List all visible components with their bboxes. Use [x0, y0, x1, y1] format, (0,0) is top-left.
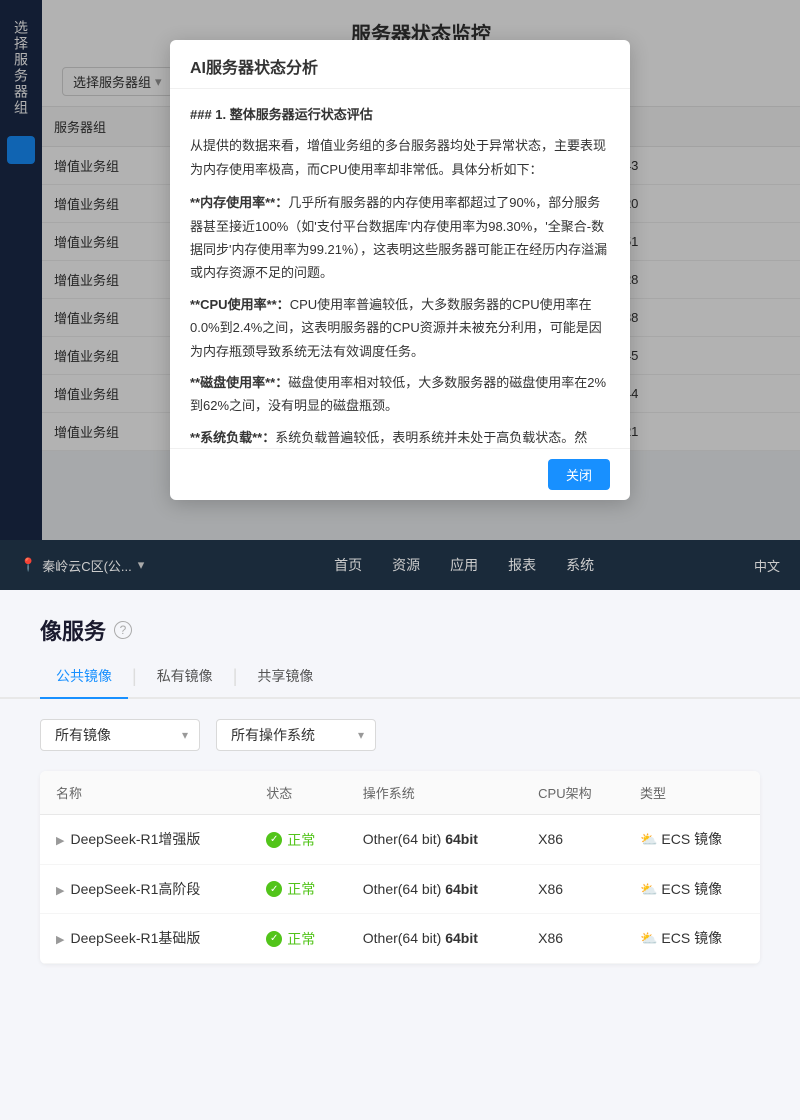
os-type-filter[interactable]: 所有操作系统: [216, 719, 376, 751]
tabs-area: 公共镜像|私有镜像|共享镜像: [0, 656, 800, 699]
nav-item-资源[interactable]: 资源: [392, 550, 420, 580]
modal-heading: ### 1. 整体服务器运行状态评估: [190, 103, 610, 126]
modal-point: **内存使用率**：几乎所有服务器的内存使用率都超过了90%，部分服务器甚至接近…: [190, 191, 610, 285]
help-icon[interactable]: ?: [114, 621, 132, 639]
col-header-os: 操作系统: [347, 771, 522, 815]
image-arch-cell: X86: [522, 914, 624, 964]
image-status-cell: ✓正常: [250, 914, 347, 964]
tab-divider: |: [128, 656, 141, 697]
modal-overlay: AI服务器状态分析 ### 1. 整体服务器运行状态评估从提供的数据来看，增值业…: [0, 0, 800, 540]
modal-footer: 关闭: [170, 448, 630, 500]
image-service-section: 📍 秦岭云C区(公... ▾ 首页资源应用报表系统 中文 像服务 ? 公共镜像|…: [0, 540, 800, 1120]
image-os-cell: Other(64 bit) 64bit: [347, 815, 522, 865]
col-header-arch: CPU架构: [522, 771, 624, 815]
ai-analysis-modal: AI服务器状态分析 ### 1. 整体服务器运行状态评估从提供的数据来看，增值业…: [170, 40, 630, 500]
image-table-header-row: 名称 状态 操作系统 CPU架构 类型: [40, 771, 760, 815]
filters-area: 所有镜像 所有操作系统: [0, 719, 800, 771]
col-header-type: 类型: [624, 771, 760, 815]
image-type-cell: ⛅ECS 镜像: [624, 914, 760, 964]
nav-item-首页[interactable]: 首页: [334, 550, 362, 580]
image-table-row[interactable]: ▶DeepSeek-R1基础版✓正常Other(64 bit) 64bitX86…: [40, 914, 760, 964]
image-type-filter[interactable]: 所有镜像: [40, 719, 200, 751]
os-type-filter-wrap: 所有操作系统: [216, 719, 376, 751]
nav-lang[interactable]: 中文: [754, 556, 780, 575]
image-status-cell: ✓正常: [250, 864, 347, 914]
modal-point: **CPU使用率**：CPU使用率普遍较低，大多数服务器的CPU使用率在0.0%…: [190, 293, 610, 363]
modal-title: AI服务器状态分析: [170, 40, 630, 89]
server-monitor-section: 选择服务器组 服务器状态监控 选择服务器组 选择项目 服务器组 项目名称 服务器…: [0, 0, 800, 540]
tab-1[interactable]: 私有镜像: [141, 656, 229, 697]
image-os-cell: Other(64 bit) 64bit: [347, 864, 522, 914]
modal-point: **系统负载**：系统负载普遍较低，表明系统并未处于高负载状态。然而，由于内存使…: [190, 426, 610, 448]
modal-intro: 从提供的数据来看，增值业务组的多台服务器均处于异常状态，主要表现为内存使用率极高…: [190, 134, 610, 181]
chevron-down-icon: ▾: [138, 557, 145, 573]
image-name-cell: ▶DeepSeek-R1增强版: [40, 815, 250, 865]
nav-item-系统[interactable]: 系统: [566, 550, 594, 580]
image-arch-cell: X86: [522, 864, 624, 914]
image-table-row[interactable]: ▶DeepSeek-R1增强版✓正常Other(64 bit) 64bitX86…: [40, 815, 760, 865]
page-title-area: 像服务 ?: [0, 590, 800, 656]
nav-items: 首页资源应用报表系统: [174, 550, 754, 580]
nav-location[interactable]: 📍 秦岭云C区(公... ▾: [20, 556, 144, 575]
image-type-cell: ⛅ECS 镜像: [624, 864, 760, 914]
nav-bar: 📍 秦岭云C区(公... ▾ 首页资源应用报表系统 中文: [0, 540, 800, 590]
image-type-filter-wrap: 所有镜像: [40, 719, 200, 751]
modal-body: ### 1. 整体服务器运行状态评估从提供的数据来看，增值业务组的多台服务器均处…: [170, 89, 630, 448]
tab-0[interactable]: 公共镜像: [40, 656, 128, 697]
nav-item-应用[interactable]: 应用: [450, 550, 478, 580]
location-text: 秦岭云C区(公...: [42, 556, 132, 575]
image-os-cell: Other(64 bit) 64bit: [347, 914, 522, 964]
image-arch-cell: X86: [522, 815, 624, 865]
image-type-cell: ⛅ECS 镜像: [624, 815, 760, 865]
nav-item-报表[interactable]: 报表: [508, 550, 536, 580]
modal-point: **磁盘使用率**：磁盘使用率相对较低，大多数服务器的磁盘使用率在2%到62%之…: [190, 371, 610, 418]
image-table-row[interactable]: ▶DeepSeek-R1高阶段✓正常Other(64 bit) 64bitX86…: [40, 864, 760, 914]
page-title: 像服务: [40, 614, 106, 646]
image-name-cell: ▶DeepSeek-R1基础版: [40, 914, 250, 964]
image-name-cell: ▶DeepSeek-R1高阶段: [40, 864, 250, 914]
image-status-cell: ✓正常: [250, 815, 347, 865]
col-header-status: 状态: [250, 771, 347, 815]
location-pin-icon: 📍: [20, 557, 36, 573]
tab-2[interactable]: 共享镜像: [241, 656, 329, 697]
image-table: 名称 状态 操作系统 CPU架构 类型 ▶DeepSeek-R1增强版✓正常Ot…: [40, 771, 760, 964]
col-header-name: 名称: [40, 771, 250, 815]
image-table-wrap: 名称 状态 操作系统 CPU架构 类型 ▶DeepSeek-R1增强版✓正常Ot…: [0, 771, 800, 964]
modal-close-button[interactable]: 关闭: [548, 459, 610, 490]
tab-divider: |: [229, 656, 242, 697]
